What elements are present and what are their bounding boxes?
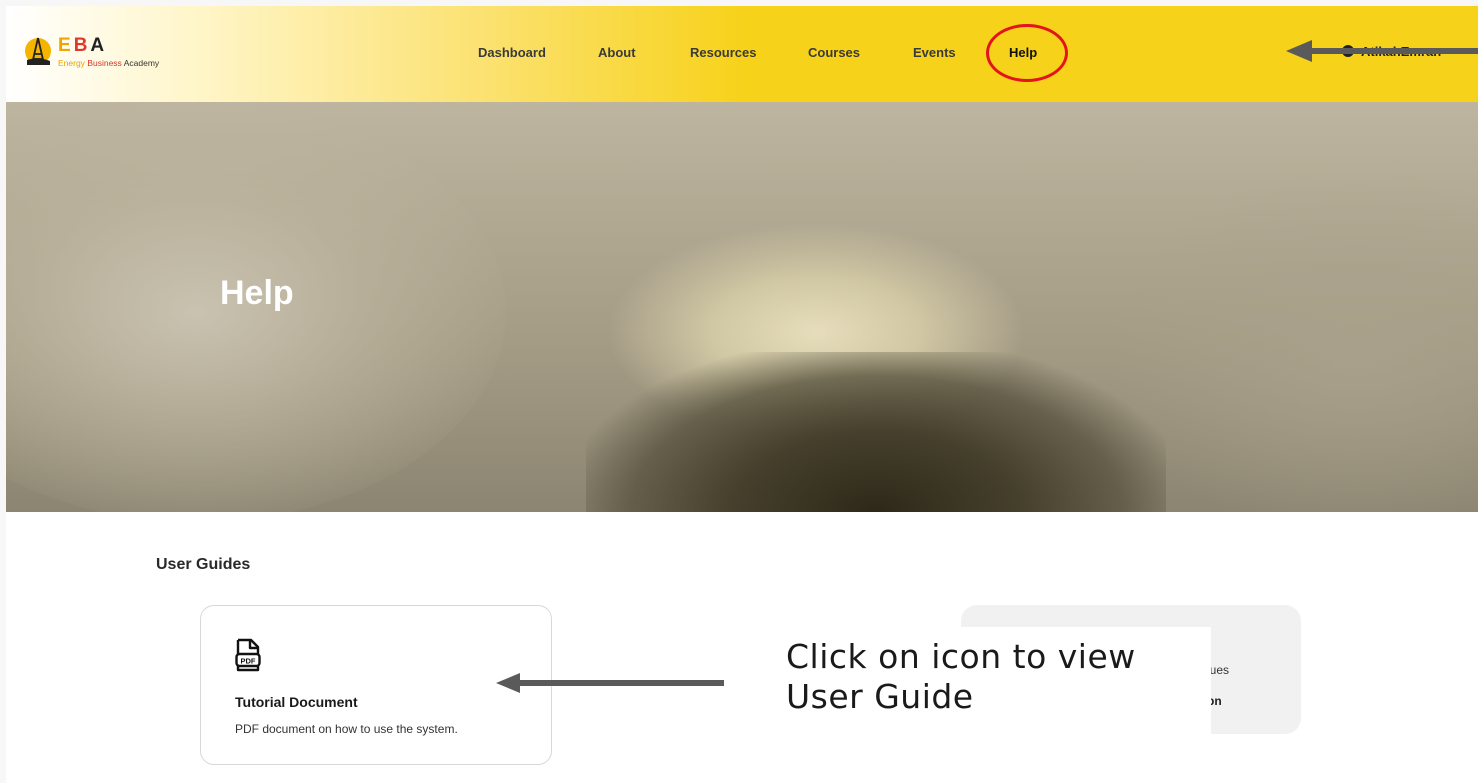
pointer-arrow-icon — [496, 673, 724, 693]
logo-sub-business: Business — [87, 58, 122, 68]
instruction-callout: Click on icon to view User Guide — [778, 627, 1211, 742]
card-title: Tutorial Document — [235, 694, 358, 710]
top-navbar: EBA Energy Business Academy Dashboard Ab… — [6, 6, 1478, 102]
pdf-icon[interactable]: PDF — [235, 638, 261, 672]
logo-sub-academy: Academy — [123, 58, 160, 68]
logo-letter-a: A — [90, 35, 108, 56]
logo-letter-b: B — [73, 35, 91, 56]
page-frame: EBA Energy Business Academy Dashboard Ab… — [6, 6, 1478, 783]
logo-letters: EBA — [58, 35, 107, 57]
hero-banner: Help — [6, 102, 1478, 512]
card-description: PDF document on how to use the system. — [235, 722, 458, 736]
help-highlight-circle — [986, 24, 1068, 82]
callout-text: Click on icon to view User Guide — [786, 637, 1136, 717]
nav-dashboard[interactable]: Dashboard — [478, 45, 546, 60]
nav-about[interactable]: About — [598, 45, 636, 60]
oil-rig-logo-icon — [25, 37, 51, 65]
hero-bg-blur-dark — [586, 352, 1166, 512]
callout-line-2: User Guide — [786, 677, 974, 716]
nav-events[interactable]: Events — [913, 45, 956, 60]
logo-sub-energy: Energy — [58, 58, 85, 68]
eba-logo[interactable]: EBA Energy Business Academy — [24, 34, 184, 74]
svg-text:PDF: PDF — [241, 657, 256, 666]
logo-letter-e: E — [58, 35, 74, 56]
page-title: Help — [220, 274, 294, 312]
logo-subtitle: Energy Business Academy — [58, 58, 159, 68]
pointer-arrow-icon — [1286, 40, 1478, 62]
nav-resources[interactable]: Resources — [690, 45, 756, 60]
user-guides-heading: User Guides — [156, 556, 251, 573]
nav-courses[interactable]: Courses — [808, 45, 860, 60]
callout-line-1: Click on icon to view — [786, 637, 1136, 676]
